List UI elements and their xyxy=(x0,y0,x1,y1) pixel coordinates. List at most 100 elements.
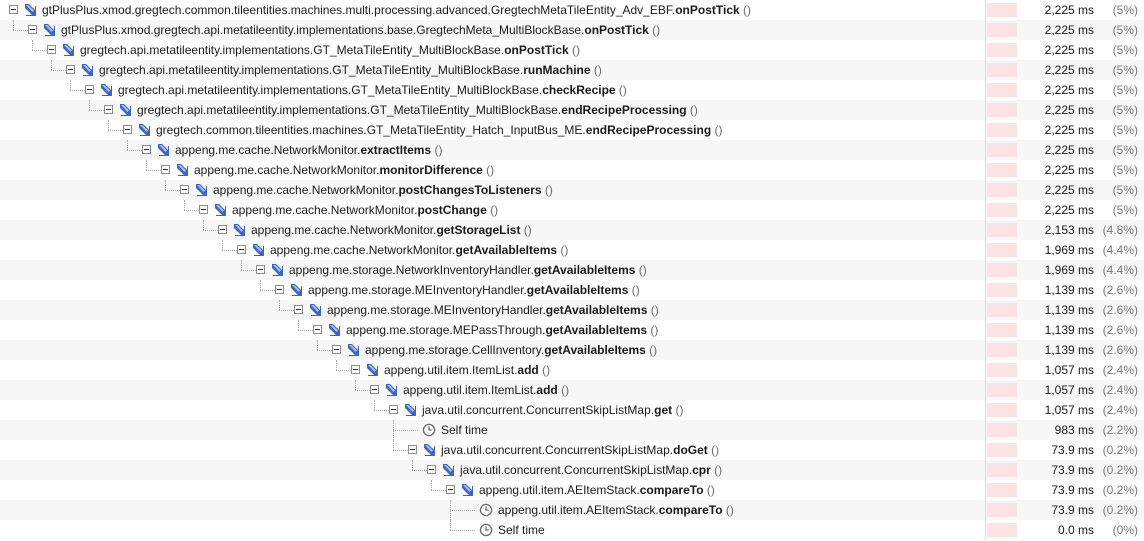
tree-row[interactable]: appeng.me.cache.NetworkMonitor.getAvaila… xyxy=(0,240,1144,260)
collapse-toggle-icon[interactable] xyxy=(351,365,360,374)
method-name: getAvailableItems xyxy=(545,323,648,337)
tree-guide-line xyxy=(355,380,356,390)
tree-guide-line xyxy=(203,220,204,230)
method-name: getAvailableItems xyxy=(533,263,636,277)
collapse-toggle-icon[interactable] xyxy=(161,165,170,174)
tree-row[interactable]: java.util.concurrent.ConcurrentSkipListM… xyxy=(0,440,1144,460)
tree-row[interactable]: appeng.me.cache.NetworkMonitor.getStorag… xyxy=(0,220,1144,240)
method-params: () xyxy=(486,203,499,217)
tree-row[interactable]: gregtech.api.metatileentity.implementati… xyxy=(0,40,1144,60)
collapse-toggle-icon[interactable] xyxy=(9,5,18,14)
method-class-name: appeng.me.cache.NetworkMonitor. xyxy=(194,163,380,177)
tree-row[interactable]: gregtech.api.metatileentity.implementati… xyxy=(0,100,1144,120)
time-percent: (2.4%) xyxy=(1102,403,1138,417)
tree-guide-line xyxy=(108,120,109,130)
tree-row[interactable]: Self time 0.0 ms (0%) xyxy=(0,520,1144,540)
method-name: get xyxy=(654,403,673,417)
clock-icon xyxy=(479,503,493,517)
tree-guide-line xyxy=(412,460,413,470)
collapse-toggle-icon[interactable] xyxy=(47,45,56,54)
total-time: 983 ms xyxy=(1054,423,1094,437)
total-time: 73.9 ms xyxy=(1051,483,1094,497)
method-class-name: appeng.me.storage.MEInventoryHandler. xyxy=(327,303,546,317)
collapse-toggle-icon[interactable] xyxy=(123,125,132,134)
collapse-toggle-icon[interactable] xyxy=(313,325,322,334)
tree-row[interactable]: java.util.concurrent.ConcurrentSkipListM… xyxy=(0,460,1144,480)
tree-row[interactable]: java.util.concurrent.ConcurrentSkipListM… xyxy=(0,400,1144,420)
collapse-toggle-icon[interactable] xyxy=(66,65,75,74)
total-time: 2,225 ms xyxy=(1044,183,1094,197)
time-percent: (5%) xyxy=(1112,143,1138,157)
tree-row[interactable]: appeng.me.cache.NetworkMonitor.postChang… xyxy=(0,200,1144,220)
collapse-toggle-icon[interactable] xyxy=(408,445,417,454)
tree-row[interactable]: appeng.me.cache.NetworkMonitor.extractIt… xyxy=(0,140,1144,160)
tree-row[interactable]: appeng.me.cache.NetworkMonitor.monitorDi… xyxy=(0,160,1144,180)
tree-row[interactable]: appeng.util.item.AEItemStack.compareTo (… xyxy=(0,480,1144,500)
tree-row[interactable]: appeng.me.storage.MEInventoryHandler.get… xyxy=(0,280,1144,300)
method-name: getAvailableItems xyxy=(544,343,646,357)
collapse-toggle-icon[interactable] xyxy=(237,245,246,254)
method-params: () xyxy=(722,503,734,517)
method-params: () xyxy=(557,243,569,257)
total-time: 2,225 ms xyxy=(1044,103,1094,117)
collapse-toggle-icon[interactable] xyxy=(85,85,94,94)
method-class-name: appeng.util.item.ItemList. xyxy=(403,383,537,397)
tree-connector xyxy=(165,190,180,191)
method-call-icon xyxy=(270,263,284,277)
total-time: 2,225 ms xyxy=(1044,163,1094,177)
collapse-toggle-icon[interactable] xyxy=(180,185,189,194)
tree-guide-line xyxy=(127,140,128,150)
method-params: () xyxy=(707,443,720,457)
time-percent: (0.2%) xyxy=(1102,503,1138,517)
tree-row[interactable]: gregtech.common.tileentities.machines.GT… xyxy=(0,120,1144,140)
total-time: 2,225 ms xyxy=(1044,23,1094,37)
time-percent: (5%) xyxy=(1112,43,1138,57)
tree-row[interactable]: gregtech.api.metatileentity.implementati… xyxy=(0,60,1144,80)
time-percent: (2.6%) xyxy=(1102,283,1138,297)
method-label: appeng.util.item.AEItemStack.compareTo (… xyxy=(498,503,734,517)
tree-row[interactable]: appeng.me.storage.NetworkInventoryHandle… xyxy=(0,260,1144,280)
tree-row[interactable]: appeng.util.item.ItemList.add () 1,057 ms… xyxy=(0,380,1144,400)
tree-row[interactable]: appeng.me.storage.MEInventoryHandler.get… xyxy=(0,300,1144,320)
collapse-toggle-icon[interactable] xyxy=(218,225,227,234)
method-label: appeng.me.storage.MEInventoryHandler.get… xyxy=(308,283,640,297)
method-name: getStorageList xyxy=(436,223,521,237)
method-params: () xyxy=(703,483,715,497)
tree-row[interactable]: gtPlusPlus.xmod.gregtech.api.metatileent… xyxy=(0,20,1144,40)
collapse-toggle-icon[interactable] xyxy=(142,145,151,154)
tree-connector xyxy=(222,250,237,251)
collapse-toggle-icon[interactable] xyxy=(332,345,341,354)
tree-row[interactable]: appeng.me.cache.NetworkMonitor.postChang… xyxy=(0,180,1144,200)
collapse-toggle-icon[interactable] xyxy=(294,305,303,314)
tree-row[interactable]: gregtech.api.metatileentity.implementati… xyxy=(0,80,1144,100)
time-percent: (5%) xyxy=(1112,103,1138,117)
method-name: getAvailableItems xyxy=(545,303,648,317)
collapse-toggle-icon[interactable] xyxy=(446,485,455,494)
tree-row[interactable]: Self time 983 ms (2.2%) xyxy=(0,420,1144,440)
tree-row[interactable]: appeng.util.item.AEItemStack.compareTo (… xyxy=(0,500,1144,520)
tree-guide-line xyxy=(70,80,71,90)
tree-row[interactable]: appeng.util.item.ItemList.add () 1,057 ms… xyxy=(0,360,1144,380)
tree-guide-line xyxy=(32,40,33,50)
tree-guide-line xyxy=(336,360,337,370)
method-call-icon xyxy=(42,23,56,37)
method-label: appeng.util.item.AEItemStack.compareTo (… xyxy=(479,483,715,497)
collapse-toggle-icon[interactable] xyxy=(256,265,265,274)
total-time: 2,225 ms xyxy=(1044,143,1094,157)
collapse-toggle-icon[interactable] xyxy=(370,385,379,394)
method-label: Self time xyxy=(441,423,488,437)
tree-row[interactable]: gtPlusPlus.xmod.gregtech.common.tileenti… xyxy=(0,0,1144,20)
collapse-toggle-icon[interactable] xyxy=(389,405,398,414)
collapse-toggle-icon[interactable] xyxy=(104,105,113,114)
collapse-toggle-icon[interactable] xyxy=(28,25,37,34)
time-percent: (4.4%) xyxy=(1102,243,1138,257)
tree-row[interactable]: appeng.me.storage.MEPassThrough.getAvail… xyxy=(0,320,1144,340)
tree-connector xyxy=(146,170,161,171)
method-name: doGet xyxy=(673,443,708,457)
method-call-icon xyxy=(422,443,436,457)
collapse-toggle-icon[interactable] xyxy=(275,285,284,294)
collapse-toggle-icon[interactable] xyxy=(427,465,436,474)
tree-row[interactable]: appeng.me.storage.CellInventory.getAvail… xyxy=(0,340,1144,360)
time-percent: (2.4%) xyxy=(1102,363,1138,377)
collapse-toggle-icon[interactable] xyxy=(199,205,208,214)
